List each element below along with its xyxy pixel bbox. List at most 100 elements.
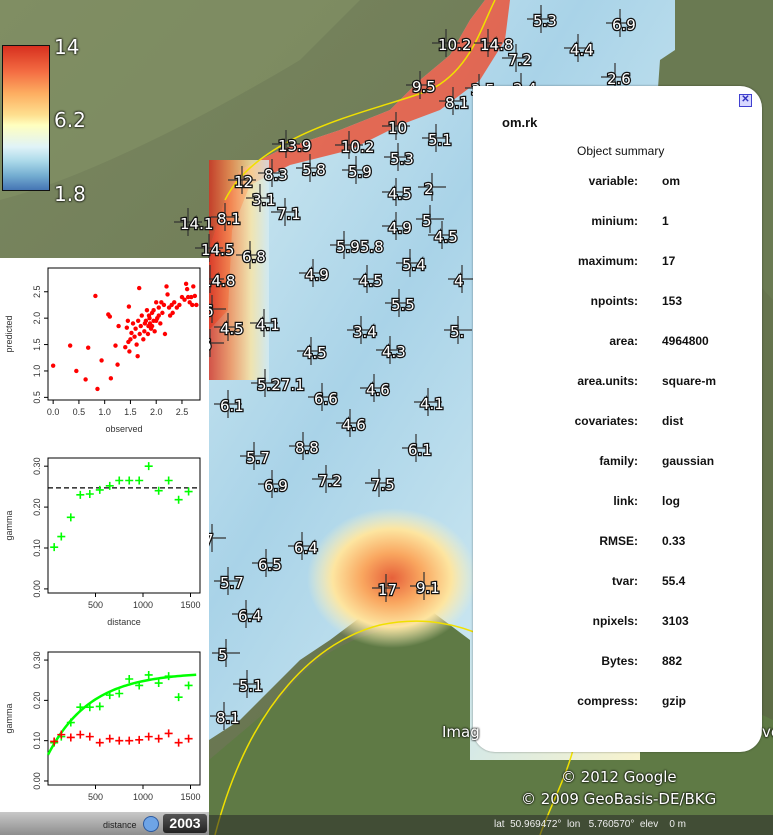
data-point <box>142 321 148 326</box>
summary-key: variable: <box>588 174 638 188</box>
data-point <box>151 308 156 313</box>
data-point <box>183 281 189 287</box>
x-tick-label: 2.5 <box>176 407 189 417</box>
sample-point-label: 8.8 <box>295 439 319 457</box>
summary-key: family: <box>599 454 638 468</box>
summary-value: 4964800 <box>662 334 709 348</box>
sample-point-label: 9.1 <box>416 579 440 597</box>
data-point <box>115 362 120 367</box>
summary-value: 0.33 <box>662 534 686 548</box>
status-bar: lat 50.969472° lon 5.760570° elev 0 m <box>209 815 773 835</box>
sample-point-label: 5.27.1 <box>257 376 305 394</box>
summary-key: minium: <box>591 214 638 228</box>
data-point <box>125 318 131 323</box>
sample-point-label: 5 <box>422 212 432 230</box>
data-point <box>126 304 132 309</box>
legend-min-label: 1.8 <box>54 182 86 206</box>
summary-value: 153 <box>662 294 683 308</box>
sample-point-label: 4.5 <box>434 228 458 246</box>
sample-point-label: 3.4 <box>353 323 377 341</box>
data-point <box>124 325 130 330</box>
sample-point-label: 6.1 <box>408 441 432 459</box>
summary-value: 882 <box>662 654 683 668</box>
data-point <box>172 300 177 305</box>
data-point <box>149 323 155 329</box>
data-point <box>107 314 113 319</box>
sample-point-label: 7.2 <box>508 51 532 69</box>
data-point <box>154 300 159 305</box>
sample-point-label: 5.8 <box>302 161 326 179</box>
x-tick-label: 1500 <box>180 600 200 610</box>
summary-key: RMSE: <box>599 534 638 548</box>
sample-point-label: 8.1 <box>217 210 241 228</box>
x-tick-label: 1.0 <box>98 407 111 417</box>
summary-value: 3103 <box>662 614 689 628</box>
legend-mid-label: 6.2 <box>54 108 86 132</box>
data-point <box>160 310 165 316</box>
data-point <box>156 313 161 318</box>
data-point <box>116 323 121 329</box>
summary-value: gzip <box>662 694 686 708</box>
coordinates-readout: lat 50.969472° lon 5.760570° elev 0 m <box>494 819 687 830</box>
sample-point-label: 10.2 <box>341 138 374 156</box>
data-point <box>194 302 199 308</box>
y-tick-label: 0.00 <box>32 580 42 598</box>
observed-vs-predicted-plot: 0.0 0.5 1.0 1.5 2.0 2.5 0.5 1.0 1.5 2.0 2.5 observe… <box>0 258 209 448</box>
time-year-button[interactable]: 2003 <box>163 814 207 833</box>
data-point <box>135 318 141 323</box>
data-point <box>162 331 168 337</box>
x-tick-label: 500 <box>88 600 103 610</box>
plot-frame <box>47 457 201 594</box>
sample-point-label: 5.7 <box>246 449 270 467</box>
sample-point-label: 10 <box>388 119 407 137</box>
summary-value: om <box>662 174 680 188</box>
data-point <box>127 349 132 354</box>
clock-icon[interactable] <box>143 816 159 832</box>
data-point <box>137 285 142 291</box>
y-tick-label: 0.20 <box>32 692 42 710</box>
data-point <box>128 337 133 342</box>
data-point <box>50 363 56 368</box>
sample-point-label: 7.1 <box>277 205 301 223</box>
data-point <box>123 345 128 350</box>
summary-key: covariates: <box>574 414 638 428</box>
sample-variogram-plot: 500 1000 1500 0.00 0.10 0.20 0.30 distance gamma <box>0 448 209 643</box>
data-point <box>152 329 157 334</box>
sample-point-label: 4.5 <box>303 344 327 362</box>
sample-point-label: 5. <box>450 323 464 341</box>
sample-point-label: 14.5 <box>201 241 234 259</box>
summary-key: tvar: <box>611 574 638 588</box>
data-point <box>138 323 143 329</box>
data-point <box>164 284 169 289</box>
data-point <box>184 286 190 292</box>
summary-key: Bytes: <box>601 654 638 668</box>
data-point <box>139 313 144 318</box>
y-tick-label: 0.20 <box>32 498 42 516</box>
sample-point-label: 7.2 <box>318 472 342 490</box>
summary-value: 55.4 <box>662 574 686 588</box>
data-point <box>192 293 198 299</box>
sample-point-label: 3.1 <box>252 191 276 209</box>
sample-point-label: 4.3 <box>382 343 406 361</box>
sample-point-label: 4 <box>454 272 464 290</box>
sample-point-label: 5.95.8 <box>336 238 384 256</box>
x-tick-label: 2.0 <box>150 407 163 417</box>
color-legend <box>2 45 50 191</box>
sample-point-label: 4.1 <box>420 395 444 413</box>
x-tick-label: 1500 <box>180 792 200 802</box>
sample-point-label: 6.4 <box>238 607 262 625</box>
y-tick-label: 0.00 <box>32 772 42 790</box>
y-tick-label: 0.30 <box>32 457 42 475</box>
data-point <box>129 330 134 336</box>
data-point <box>156 305 161 310</box>
sample-point-label: 13.9 <box>278 137 311 155</box>
summary-value: log <box>662 494 680 508</box>
summary-key: npixels: <box>592 614 638 628</box>
sample-point-label: 5.9 <box>348 163 372 181</box>
diagnostic-plots-panel: 0.0 0.5 1.0 1.5 2.0 2.5 0.5 1.0 1.5 2.0 2.5 observe… <box>0 258 209 835</box>
y-axis-label: gamma <box>4 703 14 733</box>
y-axis-label: predicted <box>4 315 14 352</box>
data-point <box>144 308 150 313</box>
close-icon[interactable]: ✕ <box>739 94 752 107</box>
sample-point-label: 8.1 <box>216 709 240 727</box>
